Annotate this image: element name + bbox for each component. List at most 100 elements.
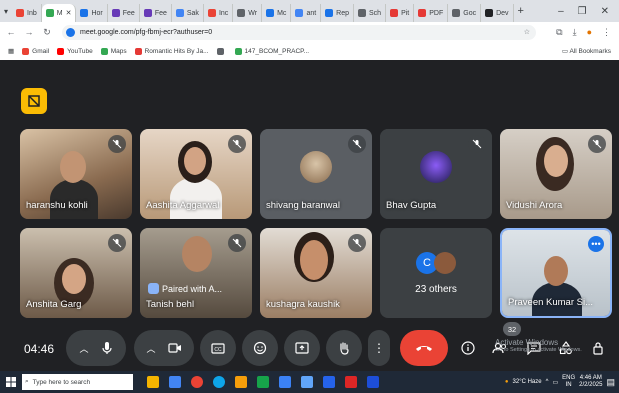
browser-tab[interactable]: Mc [262, 4, 292, 22]
browser-tab[interactable]: Wr [233, 4, 263, 22]
edge-icon[interactable] [213, 376, 225, 388]
new-tab-button[interactable]: + [518, 5, 524, 17]
reload-icon[interactable]: ↻ [40, 27, 54, 38]
taskbar-app-icon[interactable] [147, 376, 159, 388]
more-options-button[interactable]: ⋮ [368, 330, 390, 366]
site-info-icon[interactable] [66, 27, 75, 37]
more-options-icon[interactable]: ••• [588, 236, 604, 252]
tab-favicon-icon [175, 9, 184, 17]
browser-tab[interactable]: Sch [354, 4, 387, 22]
start-button[interactable] [0, 377, 22, 387]
paired-indicator: Paired with A... [148, 283, 222, 294]
pdf-icon[interactable] [345, 376, 357, 388]
network-icon[interactable]: ▭ [552, 379, 558, 386]
language-indicator[interactable]: ENG IN [562, 375, 575, 389]
bookmark-item[interactable]: Romantic Hits By Ja... [134, 47, 209, 55]
participant-tile[interactable]: kushagra kaushik [260, 228, 372, 318]
tab-label: M [56, 9, 63, 17]
bookmark-star-icon[interactable]: ☆ [524, 28, 530, 36]
weather-text[interactable]: 32°C Haze [513, 379, 542, 385]
photos-icon[interactable] [279, 376, 291, 388]
browser-tab[interactable]: PDF [414, 4, 449, 22]
tab-search-icon[interactable]: ▾ [4, 7, 8, 16]
bookmark-item[interactable]: Gmail [22, 47, 49, 55]
participant-tile[interactable]: shivang baranwal [260, 129, 372, 219]
chevron-up-icon[interactable]: ︿ [79, 342, 88, 355]
extensions-icon[interactable]: ⧉ [556, 27, 562, 38]
participant-tile[interactable]: Aashita Aggarwal [140, 129, 252, 219]
browser-tab[interactable]: Hor [76, 4, 108, 22]
restore-icon[interactable]: ❐ [578, 6, 587, 17]
participant-tile[interactable]: Paired with A... Tanish behl [140, 228, 252, 318]
weather-icon[interactable]: ● [505, 379, 509, 385]
bookmark-item[interactable]: 147_BCOM_PRACP... [234, 47, 309, 55]
bookmark-item[interactable]: Maps [100, 47, 127, 55]
app-icon[interactable] [301, 376, 313, 388]
chevron-up-icon[interactable]: ︿ [146, 342, 155, 355]
participant-tile-active[interactable]: ••• Praveen Kumar Si... [500, 228, 612, 318]
emoji-icon [253, 341, 267, 355]
browser-tab[interactable]: Inb [12, 4, 42, 22]
downloads-icon[interactable]: ⤓ [573, 27, 577, 38]
bookmark-item[interactable] [216, 47, 227, 55]
tab-close-icon[interactable]: ✕ [66, 9, 72, 17]
browser-tab[interactable]: Rep [321, 4, 355, 22]
leave-call-button[interactable] [400, 330, 448, 366]
close-icon[interactable]: ✕ [601, 6, 609, 17]
browser-tab[interactable]: Fee [140, 4, 172, 22]
bookmark-favicon-icon [100, 47, 108, 55]
meeting-info-button[interactable] [21, 88, 47, 114]
address-text: meet.google.com/pfg-fbmj-ecr?authuser=0 [80, 28, 213, 36]
store-icon[interactable] [323, 376, 335, 388]
present-button[interactable] [284, 330, 320, 366]
back-icon[interactable]: ← [4, 27, 18, 37]
browser-tab[interactable]: Pit [386, 4, 415, 22]
person-face [300, 240, 328, 280]
chrome-icon[interactable] [191, 376, 203, 388]
captions-button[interactable]: CC [200, 330, 236, 366]
meeting-details-button[interactable] [458, 338, 478, 358]
host-controls-button[interactable] [588, 338, 608, 358]
profile-avatar[interactable]: ● [587, 27, 592, 38]
browser-tab[interactable]: Dev [481, 4, 514, 22]
tab-favicon-icon [111, 9, 120, 17]
mic-off-icon [228, 135, 246, 153]
address-bar[interactable]: meet.google.com/pfg-fbmj-ecr?authuser=0 … [62, 24, 536, 40]
mic-off-icon [228, 234, 246, 252]
browser-tab[interactable]: Fee [108, 4, 140, 22]
bookmark-favicon-icon [234, 47, 242, 55]
mic-control[interactable]: ︿ [66, 330, 126, 366]
browser-tab[interactable]: ant [291, 4, 322, 22]
browser-tab[interactable]: Sak [172, 4, 204, 22]
tab-favicon-icon [390, 9, 399, 17]
excel-icon[interactable] [257, 376, 269, 388]
participant-tile[interactable]: Anshita Garg [20, 228, 132, 318]
emoji-button[interactable] [242, 330, 278, 366]
taskbar-search[interactable]: ⌕ Type here to search [22, 374, 133, 390]
browser-tab[interactable]: Inc [204, 4, 234, 22]
browser-tab[interactable]: M ✕ [41, 4, 77, 22]
meet-call: haranshu kohli Aashita Aggarwal shivang … [0, 60, 619, 371]
clock[interactable]: 4:46 AM 2/2/2025 [579, 375, 602, 389]
file-explorer-icon[interactable] [235, 376, 247, 388]
others-avatars: C [416, 252, 456, 274]
browser-tab[interactable]: Goc [448, 4, 482, 22]
notifications-icon[interactable]: ▤ [606, 377, 615, 388]
minimize-icon[interactable]: – [558, 6, 564, 17]
tab-label: PDF [429, 9, 444, 17]
task-view-icon[interactable] [169, 376, 181, 388]
participant-tile[interactable]: Bhav Gupta [380, 129, 492, 219]
participant-tile[interactable]: Vidushi Arora [500, 129, 612, 219]
tray-overflow-icon[interactable]: ^ [546, 379, 549, 385]
menu-icon[interactable]: ⋮ [602, 27, 611, 38]
participant-tile[interactable]: haranshu kohli [20, 129, 132, 219]
all-bookmarks[interactable]: ▭ All Bookmarks [562, 47, 611, 55]
word-icon[interactable] [367, 376, 379, 388]
raise-hand-button[interactable] [326, 330, 362, 366]
others-tile[interactable]: C 23 others [380, 228, 492, 318]
clock-date: 2/2/2025 [579, 382, 603, 388]
camera-control[interactable]: ︿ [134, 330, 194, 366]
tab-strip: ▾ Inb M ✕ Hor Fee Fee Sak Inc Wr Mc ant Rep Sch Pit PD… [0, 0, 619, 22]
bookmark-item[interactable]: YouTube [57, 47, 93, 55]
forward-icon[interactable]: → [22, 27, 36, 37]
